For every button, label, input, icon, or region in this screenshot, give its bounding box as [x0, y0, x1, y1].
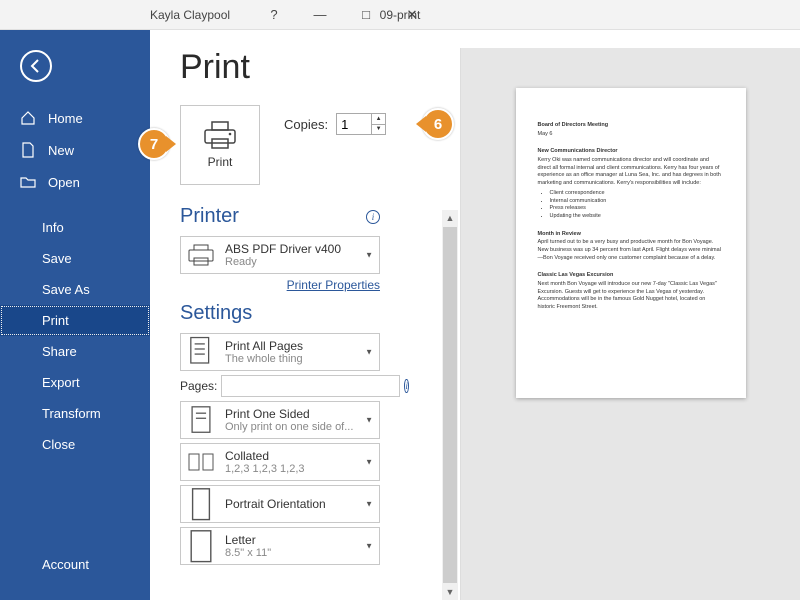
setting-sides[interactable]: Print One Sided Only print on one side o…: [180, 401, 380, 439]
page-title: Print: [180, 48, 460, 87]
print-button[interactable]: Print: [180, 105, 260, 185]
one-sided-icon: [187, 407, 215, 433]
nav-label: Export: [42, 375, 80, 390]
print-panel: Print Print Copies: 1: [150, 30, 800, 600]
nav-label: Print: [42, 313, 69, 328]
pages-icon: [187, 339, 215, 365]
nav-export[interactable]: Export: [0, 367, 150, 398]
nav-info[interactable]: Info: [0, 212, 150, 243]
chevron-down-icon: ▼: [365, 416, 373, 425]
nav-label: New: [48, 143, 74, 158]
copies-up[interactable]: ▲: [372, 114, 385, 125]
pages-input[interactable]: [221, 375, 400, 397]
printer-icon: [203, 121, 237, 149]
nav-print[interactable]: Print: [0, 305, 150, 336]
setting-orientation[interactable]: Portrait Orientation ▼: [180, 485, 380, 523]
chevron-down-icon: ▼: [365, 251, 373, 260]
nav-new[interactable]: New: [0, 134, 150, 166]
titlebar: 09-print Kayla Claypool ? — □ ✕: [0, 0, 800, 30]
info-icon[interactable]: i: [366, 210, 380, 224]
new-icon: [20, 142, 36, 158]
chevron-down-icon: ▼: [365, 458, 373, 467]
nav-label: Info: [42, 220, 64, 235]
backstage-sidebar: Home New Open Info Save Save As Print Sh…: [0, 30, 150, 600]
preview-page: Board of Directors Meeting May 6 New Com…: [516, 88, 746, 398]
user-name: Kayla Claypool: [150, 8, 230, 22]
setting-collation[interactable]: Collated 1,2,3 1,2,3 1,2,3 ▼: [180, 443, 380, 481]
scroll-thumb[interactable]: [443, 227, 457, 583]
nav-label: Save As: [42, 282, 90, 297]
copies-down[interactable]: ▼: [372, 125, 385, 135]
maximize-button[interactable]: □: [352, 5, 380, 25]
chevron-down-icon: ▼: [365, 348, 373, 357]
printer-heading: Printer i: [180, 205, 380, 228]
nav-label: Transform: [42, 406, 101, 421]
nav-label: Open: [48, 175, 80, 190]
nav-transform[interactable]: Transform: [0, 398, 150, 429]
printer-properties-link[interactable]: Printer Properties: [180, 278, 380, 292]
open-icon: [20, 174, 36, 190]
print-button-label: Print: [208, 155, 233, 169]
print-preview-area: Board of Directors Meeting May 6 New Com…: [460, 48, 800, 600]
nav-home[interactable]: Home: [0, 102, 150, 134]
pages-label: Pages:: [180, 379, 217, 393]
doc-title: 09-print: [380, 8, 421, 22]
setting-paper-size[interactable]: Letter 8.5" x 11" ▼: [180, 527, 380, 565]
nav-save[interactable]: Save: [0, 243, 150, 274]
callout-6: 6: [422, 108, 454, 140]
copies-value: 1: [341, 117, 348, 132]
info-icon[interactable]: i: [404, 379, 409, 393]
nav-share[interactable]: Share: [0, 336, 150, 367]
nav-account[interactable]: Account: [0, 549, 150, 580]
scroll-up-icon[interactable]: ▲: [442, 210, 458, 226]
chevron-down-icon: ▼: [365, 542, 373, 551]
settings-scrollbar[interactable]: ▲ ▼: [442, 210, 458, 600]
nav-label: Account: [42, 557, 89, 572]
printer-device-icon: [187, 242, 215, 268]
printer-name: ABS PDF Driver v400: [225, 242, 373, 256]
copies-input[interactable]: 1 ▲ ▼: [336, 113, 386, 135]
printer-status: Ready: [225, 256, 373, 268]
callout-7: 7: [138, 128, 170, 160]
printer-selector[interactable]: ABS PDF Driver v400 Ready ▼: [180, 236, 380, 274]
back-arrow-icon: [28, 58, 44, 74]
back-button[interactable]: [20, 50, 52, 82]
scroll-down-icon[interactable]: ▼: [442, 584, 458, 600]
collated-icon: [187, 449, 215, 475]
setting-print-range[interactable]: Print All Pages The whole thing ▼: [180, 333, 380, 371]
nav-label: Save: [42, 251, 72, 266]
nav-label: Share: [42, 344, 77, 359]
nav-label: Close: [42, 437, 75, 452]
nav-open[interactable]: Open: [0, 166, 150, 198]
settings-heading: Settings: [180, 302, 460, 325]
paper-icon: [187, 533, 215, 559]
chevron-down-icon: ▼: [365, 500, 373, 509]
home-icon: [20, 110, 36, 126]
nav-label: Home: [48, 111, 83, 126]
help-button[interactable]: ?: [260, 5, 288, 25]
nav-saveas[interactable]: Save As: [0, 274, 150, 305]
copies-spinner: ▲ ▼: [371, 114, 385, 134]
nav-close[interactable]: Close: [0, 429, 150, 460]
portrait-icon: [187, 491, 215, 517]
minimize-button[interactable]: —: [306, 5, 334, 25]
copies-label: Copies:: [284, 117, 328, 132]
